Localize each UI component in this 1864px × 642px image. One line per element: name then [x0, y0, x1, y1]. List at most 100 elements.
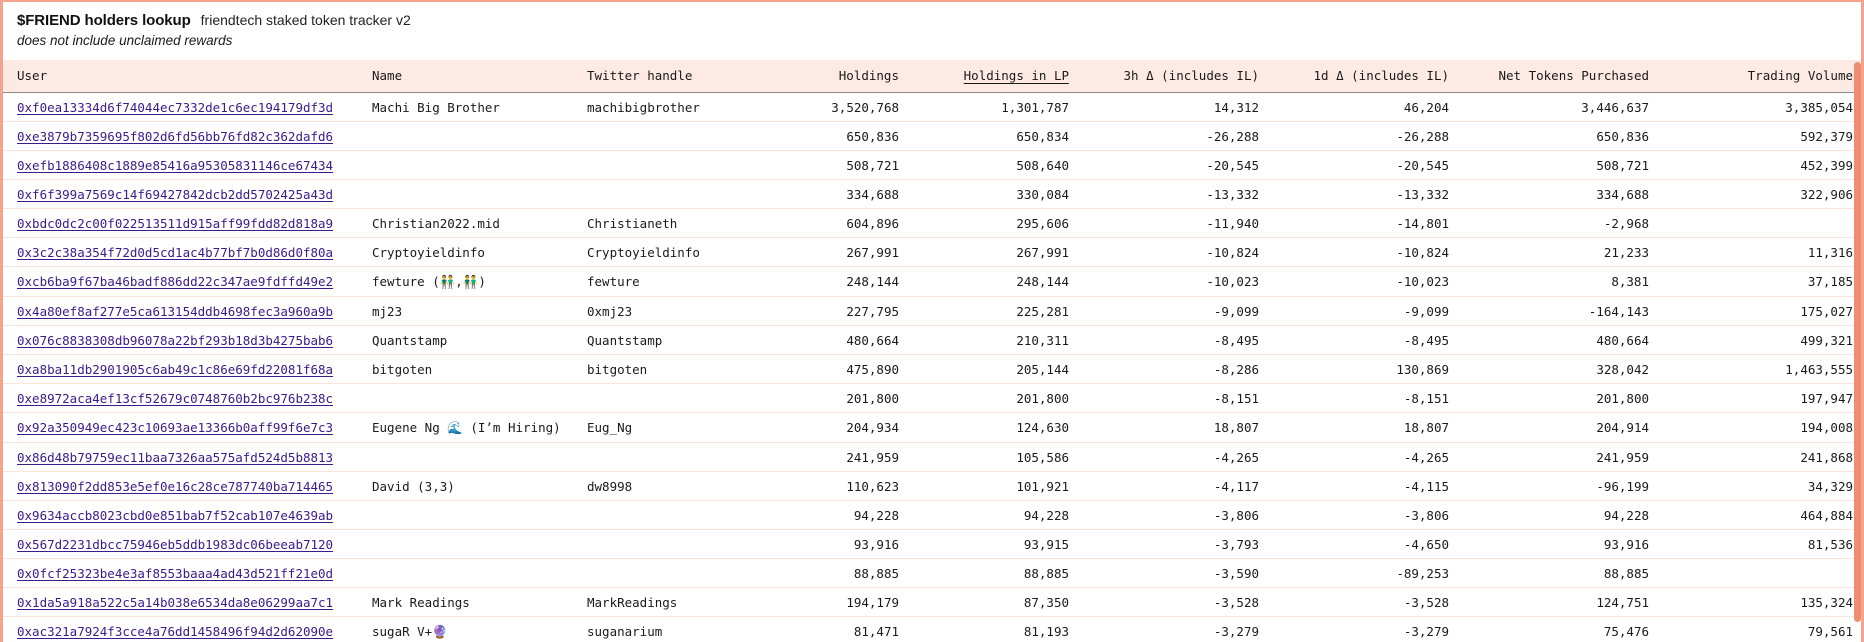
user-address-link[interactable]: 0x0fcf25323be4e3af8553baaa4ad43d521ff21e… — [17, 566, 333, 581]
user-address-link[interactable]: 0xbdc0dc2c00f022513511d915aff99fdd82d818… — [17, 216, 333, 231]
user-address-link[interactable]: 0x1da5a918a522c5a14b038e6534da8e06299aa7… — [17, 595, 333, 610]
cell-3h-delta: -10,023 — [1083, 266, 1273, 297]
cell-1d-delta: -3,528 — [1273, 587, 1463, 617]
cell-holdings: 194,179 — [763, 587, 913, 617]
vertical-scrollbar[interactable] — [1854, 62, 1861, 642]
user-address-link[interactable]: 0xcb6ba9f67ba46badf886dd22c347ae9fdffd49… — [17, 274, 333, 289]
user-address-link[interactable]: 0xf6f399a7569c14f69427842dcb2dd5702425a4… — [17, 187, 333, 202]
user-address-link[interactable]: 0x076c8838308db96078a22bf293b18d3b4275ba… — [17, 333, 333, 348]
cell-net-tokens-purchased: 328,042 — [1463, 354, 1663, 384]
cell-holdings: 475,890 — [763, 354, 913, 384]
holders-lookup-page: $FRIEND holders lookup friendtech staked… — [0, 0, 1864, 642]
table-row: 0x076c8838308db96078a22bf293b18d3b4275ba… — [3, 325, 1861, 355]
user-address-link[interactable]: 0xac321a7924f3cce4a76dd1458496f94d2d6209… — [17, 624, 333, 639]
user-address-link[interactable]: 0xf0ea13334d6f74044ec7332de1c6ec194179df… — [17, 100, 333, 115]
cell-3h-delta: -3,806 — [1083, 500, 1273, 530]
holders-table: User Name Twitter handle Holdings Holdings i… — [3, 60, 1861, 642]
cell-3h-delta: -8,151 — [1083, 383, 1273, 413]
cell-user: 0x1da5a918a522c5a14b038e6534da8e06299aa7… — [3, 587, 358, 617]
column-header-d1d[interactable]: 1d Δ (includes IL) — [1273, 60, 1463, 93]
title-row: $FRIEND holders lookup friendtech staked… — [17, 12, 1847, 29]
cell-twitter-handle — [573, 121, 763, 151]
cell-name — [358, 150, 573, 180]
cell-name — [358, 179, 573, 209]
table-row: 0xac321a7924f3cce4a76dd1458496f94d2d6209… — [3, 616, 1861, 642]
cell-holdings: 204,934 — [763, 412, 913, 443]
user-address-link[interactable]: 0x567d2231dbcc75946eb5ddb1983dc06beeab71… — [17, 537, 333, 552]
cell-3h-delta: -4,265 — [1083, 442, 1273, 472]
user-address-link[interactable]: 0x813090f2dd853e5ef0e16c28ce787740ba7144… — [17, 479, 333, 494]
cell-trading-volume: 197,947 — [1663, 383, 1861, 413]
column-header-d3h[interactable]: 3h Δ (includes IL) — [1083, 60, 1273, 93]
cell-name: Cryptoyieldinfo — [358, 237, 573, 267]
cell-name: Mark Readings — [358, 587, 573, 617]
cell-net-tokens-purchased: -2,968 — [1463, 208, 1663, 238]
column-header-user[interactable]: User — [3, 60, 358, 93]
cell-1d-delta: -9,099 — [1273, 296, 1463, 326]
user-address-link[interactable]: 0x3c2c38a354f72d0d5cd1ac4b77bf7b0d86d0f8… — [17, 245, 333, 260]
cell-1d-delta: -4,115 — [1273, 471, 1463, 501]
cell-trading-volume: 452,399 — [1663, 150, 1861, 180]
cell-net-tokens-purchased: 204,914 — [1463, 412, 1663, 443]
cell-trading-volume: 81,536 — [1663, 529, 1861, 559]
table-row: 0xe3879b7359695f802d6fd56bb76fd82c362daf… — [3, 121, 1861, 151]
cell-net-tokens-purchased: 94,228 — [1463, 500, 1663, 530]
cell-name: Machi Big Brother — [358, 92, 573, 122]
table-row: 0xbdc0dc2c00f022513511d915aff99fdd82d818… — [3, 208, 1861, 238]
cell-1d-delta: -26,288 — [1273, 121, 1463, 151]
table-row: 0x4a80ef8af277e5ca613154ddb4698fec3a960a… — [3, 296, 1861, 326]
user-address-link[interactable]: 0xefb1886408c1889e85416a95305831146ce674… — [17, 158, 333, 173]
user-address-link[interactable]: 0xe3879b7359695f802d6fd56bb76fd82c362daf… — [17, 129, 333, 144]
cell-user: 0xe8972aca4ef13cf52679c0748760b2bc976b23… — [3, 383, 358, 413]
cell-holdings-in-lp: 93,915 — [913, 529, 1083, 559]
cell-name: Quantstamp — [358, 325, 573, 355]
user-address-link[interactable]: 0xa8ba11db2901905c6ab49c1c86e69fd22081f6… — [17, 362, 333, 377]
cell-1d-delta: -8,495 — [1273, 325, 1463, 355]
table-header: User Name Twitter handle Holdings Holdings i… — [3, 60, 1861, 93]
column-header-vol[interactable]: Trading Volume — [1663, 60, 1861, 93]
cell-1d-delta: -14,801 — [1273, 208, 1463, 238]
page-title: $FRIEND holders lookup — [17, 12, 191, 29]
cell-trading-volume: 34,329 — [1663, 471, 1861, 501]
cell-1d-delta: -3,806 — [1273, 500, 1463, 530]
cell-3h-delta: -3,793 — [1083, 529, 1273, 559]
cell-holdings-in-lp: 295,606 — [913, 208, 1083, 238]
cell-trading-volume: 175,027 — [1663, 296, 1861, 326]
cell-1d-delta: -4,265 — [1273, 442, 1463, 472]
column-header-lp[interactable]: Holdings in LP — [913, 60, 1083, 93]
cell-net-tokens-purchased: 508,721 — [1463, 150, 1663, 180]
user-address-link[interactable]: 0x86d48b79759ec11baa7326aa575afd524d5b88… — [17, 450, 333, 465]
column-header-twitter[interactable]: Twitter handle — [573, 60, 763, 93]
column-header-net[interactable]: Net Tokens Purchased — [1463, 60, 1663, 93]
user-address-link[interactable]: 0x92a350949ec423c10693ae13366b0aff99f6e7… — [17, 420, 333, 435]
cell-net-tokens-purchased: 93,916 — [1463, 529, 1663, 559]
cell-trading-volume: 194,008 — [1663, 412, 1861, 443]
cell-name: Christian2022.mid — [358, 208, 573, 238]
column-header-label: Holdings in LP — [963, 68, 1069, 83]
cell-twitter-handle: Cryptoyieldinfo — [573, 237, 763, 267]
cell-holdings: 94,228 — [763, 500, 913, 530]
table-row: 0x9634accb8023cbd0e851bab7f52cab107e4639… — [3, 500, 1861, 530]
cell-1d-delta: -3,279 — [1273, 616, 1463, 642]
user-address-link[interactable]: 0x4a80ef8af277e5ca613154ddb4698fec3a960a… — [17, 304, 333, 319]
cell-net-tokens-purchased: 88,885 — [1463, 558, 1663, 588]
cell-name — [358, 529, 573, 559]
user-address-link[interactable]: 0xe8972aca4ef13cf52679c0748760b2bc976b23… — [17, 391, 333, 406]
scrollbar-thumb[interactable] — [1854, 62, 1861, 622]
cell-trading-volume: 1,463,555 — [1663, 354, 1861, 384]
cell-3h-delta: -8,495 — [1083, 325, 1273, 355]
cell-holdings-in-lp: 1,301,787 — [913, 92, 1083, 122]
cell-twitter-handle — [573, 179, 763, 209]
column-header-name[interactable]: Name — [358, 60, 573, 93]
cell-net-tokens-purchased: 650,836 — [1463, 121, 1663, 151]
cell-twitter-handle: 0xmj23 — [573, 296, 763, 326]
column-header-hold[interactable]: Holdings — [763, 60, 913, 93]
cell-3h-delta: -3,590 — [1083, 558, 1273, 588]
cell-holdings-in-lp: 508,640 — [913, 150, 1083, 180]
cell-holdings-in-lp: 105,586 — [913, 442, 1083, 472]
cell-trading-volume: 322,906 — [1663, 179, 1861, 209]
cell-holdings-in-lp: 330,084 — [913, 179, 1083, 209]
table-row: 0xe8972aca4ef13cf52679c0748760b2bc976b23… — [3, 383, 1861, 413]
cell-holdings-in-lp: 87,350 — [913, 587, 1083, 617]
user-address-link[interactable]: 0x9634accb8023cbd0e851bab7f52cab107e4639… — [17, 508, 333, 523]
